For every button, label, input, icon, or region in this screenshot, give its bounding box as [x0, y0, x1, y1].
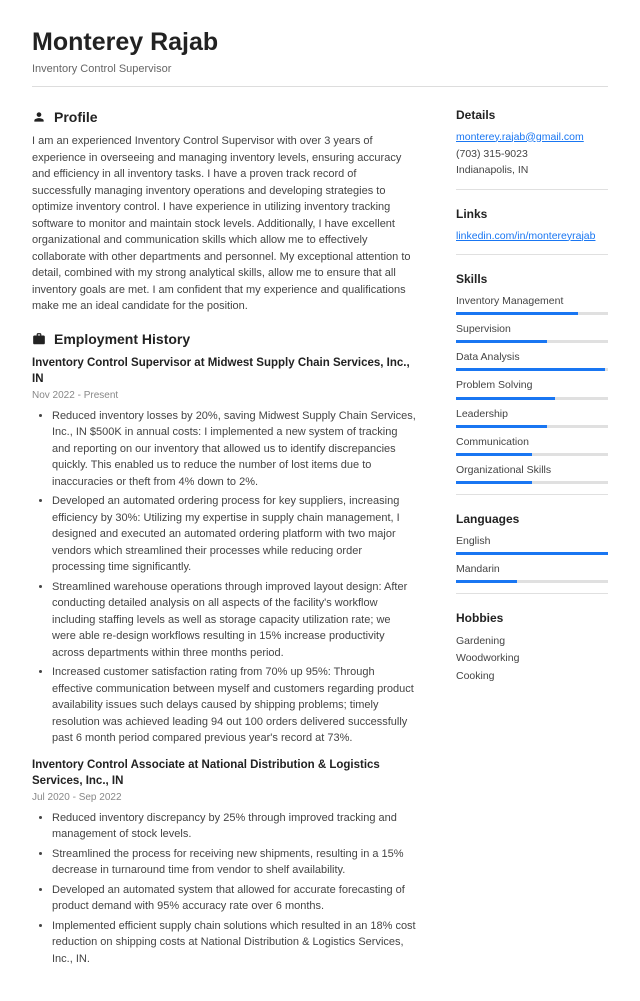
skill-item: Mandarin [456, 562, 608, 583]
skill-bar [456, 481, 608, 484]
skill-bar [456, 340, 608, 343]
skill-fill [456, 340, 547, 343]
skill-fill [456, 312, 578, 315]
skill-bar [456, 552, 608, 555]
linkedin-link[interactable]: linkedin.com/in/montereyrajab [456, 230, 595, 242]
skill-bar [456, 397, 608, 400]
person-icon [32, 110, 46, 124]
employment-section-header: Employment History [32, 329, 416, 349]
job-bullets: Reduced inventory discrepancy by 25% thr… [32, 810, 416, 968]
languages-heading: Languages [456, 511, 608, 528]
job-bullet: Reduced inventory discrepancy by 25% thr… [52, 810, 416, 843]
job-bullet: Increased customer satisfaction rating f… [52, 664, 416, 747]
skill-fill [456, 481, 532, 484]
job-title: Inventory Control Supervisor [32, 62, 608, 78]
phone-text: (703) 315-9023 [456, 146, 608, 163]
skill-name: Communication [456, 435, 608, 450]
skill-name: Organizational Skills [456, 463, 608, 478]
job-bullets: Reduced inventory losses by 20%, saving … [32, 408, 416, 747]
hobby-item: Cooking [456, 668, 608, 686]
job-bullet: Streamlined the process for receiving ne… [52, 846, 416, 879]
skill-name: Leadership [456, 407, 608, 422]
skill-item: Organizational Skills [456, 463, 608, 484]
location-text: Indianapolis, IN [456, 162, 608, 179]
skills-section: Skills Inventory Management Supervision Da… [456, 271, 608, 495]
links-heading: Links [456, 206, 608, 223]
skill-fill [456, 453, 532, 456]
hobbies-list: GardeningWoodworkingCooking [456, 633, 608, 687]
resume-header: Monterey Rajab Inventory Control Supervi… [32, 24, 608, 87]
full-name: Monterey Rajab [32, 24, 608, 60]
hobby-item: Gardening [456, 633, 608, 651]
job-dates-text: Nov 2022 - Present [32, 389, 416, 404]
skill-bar [456, 453, 608, 456]
skill-bar [456, 580, 608, 583]
skills-list: Inventory Management Supervision Data Anal… [456, 294, 608, 485]
skill-item: English [456, 534, 608, 555]
skill-item: Communication [456, 435, 608, 456]
hobbies-section: Hobbies GardeningWoodworkingCooking [456, 610, 608, 686]
main-column: Profile I am an experienced Inventory Co… [32, 107, 416, 977]
skill-fill [456, 580, 517, 583]
hobbies-heading: Hobbies [456, 610, 608, 627]
sidebar-divider [456, 593, 608, 594]
job-entry: Inventory Control Supervisor at Midwest … [32, 355, 416, 747]
profile-heading: Profile [54, 107, 98, 127]
skill-bar [456, 425, 608, 428]
profile-section-header: Profile [32, 107, 416, 127]
skills-heading: Skills [456, 271, 608, 288]
skill-name: Problem Solving [456, 378, 608, 393]
skill-name: Inventory Management [456, 294, 608, 309]
skill-bar [456, 312, 608, 315]
skill-item: Problem Solving [456, 378, 608, 399]
job-dates-text: Jul 2020 - Sep 2022 [32, 791, 416, 806]
skill-name: Supervision [456, 322, 608, 337]
languages-section: Languages English Mandarin [456, 511, 608, 594]
job-title-text: Inventory Control Supervisor at Midwest … [32, 355, 416, 387]
languages-list: English Mandarin [456, 534, 608, 583]
skill-name: Mandarin [456, 562, 608, 577]
job-entry: Inventory Control Associate at National … [32, 757, 416, 967]
skill-item: Inventory Management [456, 294, 608, 315]
job-bullet: Implemented efficient supply chain solut… [52, 918, 416, 968]
sidebar-divider [456, 494, 608, 495]
skill-bar [456, 368, 608, 371]
skill-item: Supervision [456, 322, 608, 343]
job-bullet: Developed an automated system that allow… [52, 882, 416, 915]
content-container: Profile I am an experienced Inventory Co… [32, 107, 608, 977]
job-bullet: Developed an automated ordering process … [52, 493, 416, 576]
sidebar-divider [456, 189, 608, 190]
header-divider [32, 86, 608, 87]
skill-fill [456, 425, 547, 428]
job-bullet: Reduced inventory losses by 20%, saving … [52, 408, 416, 491]
profile-text: I am an experienced Inventory Control Su… [32, 133, 416, 315]
skill-item: Data Analysis [456, 350, 608, 371]
hobby-item: Woodworking [456, 650, 608, 668]
details-heading: Details [456, 107, 608, 124]
employment-heading: Employment History [54, 329, 190, 349]
sidebar: Details monterey.rajab@gmail.com (703) 3… [456, 107, 608, 977]
skill-name: Data Analysis [456, 350, 608, 365]
details-section: Details monterey.rajab@gmail.com (703) 3… [456, 107, 608, 190]
job-bullet: Streamlined warehouse operations through… [52, 579, 416, 662]
sidebar-divider [456, 254, 608, 255]
job-title-text: Inventory Control Associate at National … [32, 757, 416, 789]
jobs-list: Inventory Control Supervisor at Midwest … [32, 355, 416, 967]
skill-fill [456, 397, 555, 400]
skill-item: Leadership [456, 407, 608, 428]
links-section: Links linkedin.com/in/montereyrajab [456, 206, 608, 255]
skill-fill [456, 552, 608, 555]
email-link[interactable]: monterey.rajab@gmail.com [456, 131, 584, 143]
briefcase-icon [32, 332, 46, 346]
skill-name: English [456, 534, 608, 549]
skill-fill [456, 368, 605, 371]
